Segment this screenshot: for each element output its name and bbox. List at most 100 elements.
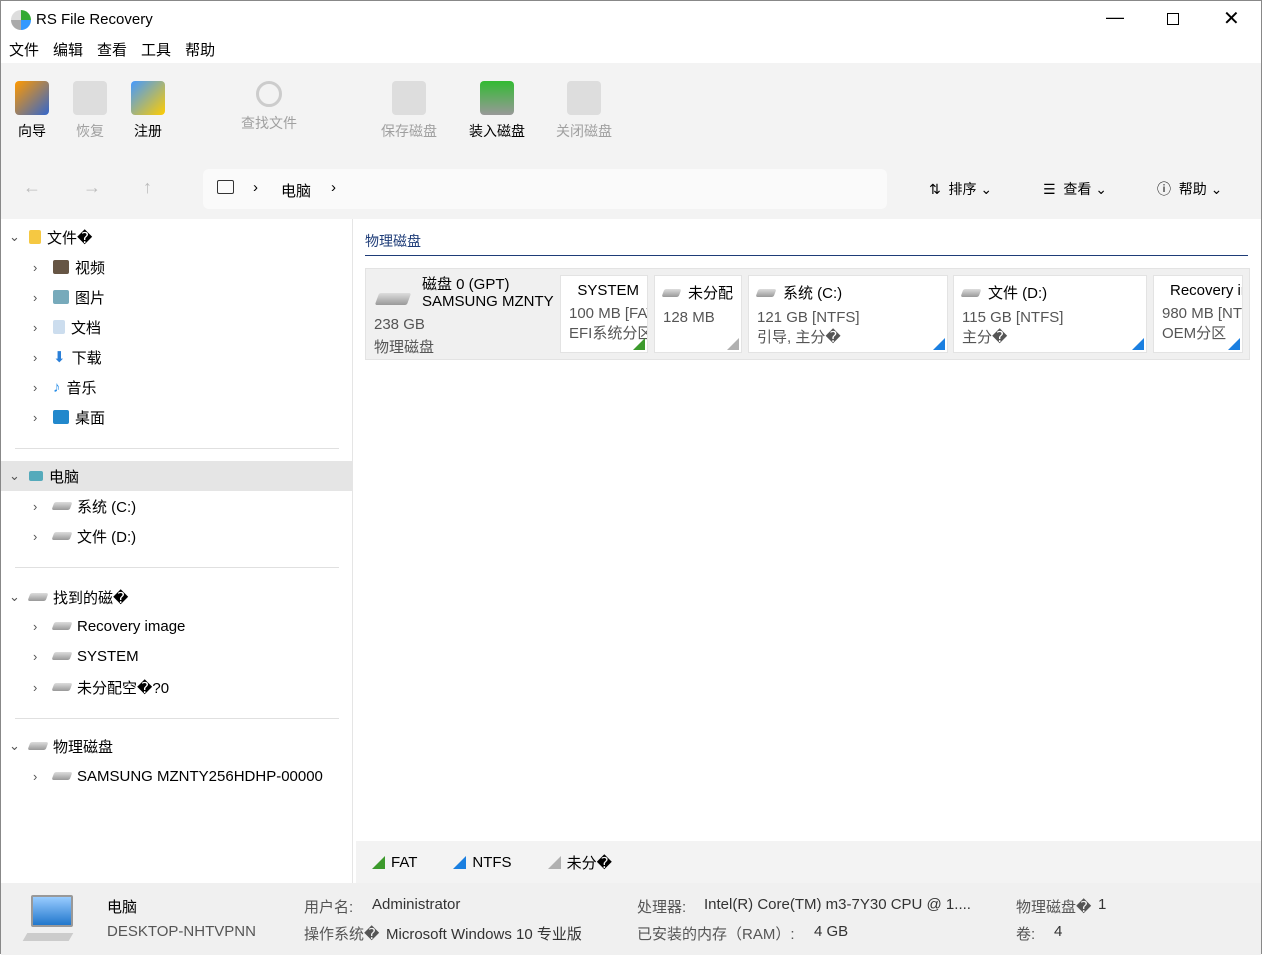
tree-item-downloads[interactable]: › ⬇ 下载 xyxy=(33,343,102,371)
status-bar: 电脑 DESKTOP-NHTVPNN 用户名: Administrator 操作… xyxy=(1,883,1261,955)
filesystem-marker-icon xyxy=(633,338,645,350)
picture-icon xyxy=(53,290,69,304)
physical-disks-value: 1 xyxy=(1098,896,1107,913)
volumes-value: 4 xyxy=(1054,923,1063,940)
menu-tools[interactable]: 工具 xyxy=(141,39,171,63)
filesystem-legend: FAT NTFS 未分� xyxy=(356,841,1261,883)
tree-item-unallocated[interactable]: › 未分配空�?0 xyxy=(33,673,169,701)
tree-item-documents[interactable]: › 文档 xyxy=(33,313,101,341)
disk-model: SAMSUNG MZNTY xyxy=(422,293,554,310)
wizard-label: 向导 xyxy=(18,123,46,139)
tree-item-samsung[interactable]: › SAMSUNG MZNTY256HDHP-00000 xyxy=(33,762,323,790)
register-label: 注册 xyxy=(134,123,162,139)
menu-help[interactable]: 帮助 xyxy=(185,39,215,63)
menu-file[interactable]: 文件 xyxy=(9,39,39,63)
tree-label: 找到的磁� xyxy=(53,589,129,607)
close-disk-button[interactable]: 关闭磁盘 xyxy=(556,81,612,141)
address-bar[interactable]: › 电脑 › xyxy=(203,169,887,209)
partition-card[interactable]: 文件 (D:) 115 GB [NTFS] 主分� xyxy=(953,275,1147,353)
partition-card[interactable]: Recovery image 980 MB [NTFS] OEM分区 xyxy=(1153,275,1243,353)
filesystem-marker-icon xyxy=(1228,338,1240,350)
save-disk-button[interactable]: 保存磁盘 xyxy=(381,81,437,141)
wizard-icon xyxy=(15,81,49,115)
toolbar: 向导 恢复 注册 查找文件 保存磁盘 装入磁盘 关闭磁盘 xyxy=(1,63,1261,159)
register-button[interactable]: 注册 xyxy=(131,81,165,141)
tree-label: 文件 (D:) xyxy=(77,528,137,546)
tree-label: SYSTEM xyxy=(77,647,139,665)
legend-unallocated: 未分� xyxy=(547,852,612,873)
sort-button[interactable]: ⇅ 排序 ⌄ xyxy=(929,179,992,199)
tree-item-desktop[interactable]: › 桌面 xyxy=(33,403,105,431)
find-files-button[interactable]: 查找文件 xyxy=(241,81,297,133)
menu-view[interactable]: 查看 xyxy=(97,39,127,63)
partition-size: 115 GB [NTFS] xyxy=(962,309,1064,326)
tree-item-music[interactable]: › ♪ 音乐 xyxy=(33,373,97,401)
view-label: 查看 xyxy=(1063,181,1092,197)
recover-button[interactable]: 恢复 xyxy=(73,81,107,141)
tree-item-drive-d[interactable]: › 文件 (D:) xyxy=(33,522,136,550)
os-label: 操作系统� xyxy=(304,926,380,943)
partition-description: 引导, 主分� xyxy=(757,329,841,346)
partition-name: 未分配 xyxy=(687,285,733,302)
view-button[interactable]: ☰ 查看 ⌄ xyxy=(1043,179,1107,199)
up-button[interactable]: ↑ xyxy=(143,177,152,198)
ram-label: 已安装的内存（RAM）: xyxy=(637,926,795,943)
view-icon: ☰ xyxy=(1043,181,1056,197)
computer-monitor-icon xyxy=(31,895,73,927)
minimize-button[interactable]: — xyxy=(1106,7,1124,28)
maximize-button[interactable] xyxy=(1167,13,1179,25)
video-icon xyxy=(53,260,69,274)
partition-drive-icon xyxy=(661,288,682,297)
mount-disk-button[interactable]: 装入磁盘 xyxy=(469,81,525,141)
partition-card[interactable]: 系统 (C:) 121 GB [NTFS] 引导, 主分� xyxy=(748,275,948,353)
recover-label: 恢复 xyxy=(76,123,104,139)
partition-size: 980 MB [NTFS] xyxy=(1162,305,1243,322)
wizard-button[interactable]: 向导 xyxy=(15,81,49,141)
user-value: Administrator xyxy=(372,896,461,913)
folder-icon xyxy=(29,230,41,244)
disk-type: 物理磁盘 xyxy=(374,339,435,356)
legend-label: FAT xyxy=(391,853,418,871)
tree-files[interactable]: ⌄ 文件� xyxy=(9,223,92,251)
partition-description: OEM分区 xyxy=(1162,325,1227,342)
folder-tree[interactable]: ⌄ 文件� › 视频 › 图片 › 文档 › ⬇ 下载 › ♪ 音乐 › 桌面 ⌄ 电脑 › 系统 (… xyxy=(1,219,353,883)
tree-label: 系统 (C:) xyxy=(77,498,137,516)
tree-label: 物理磁盘 xyxy=(53,738,114,756)
partition-card[interactable]: SYSTEM 100 MB [FAT32] EFI系统分区 xyxy=(560,275,648,353)
tree-item-recovery-image[interactable]: › Recovery image xyxy=(33,612,185,640)
music-icon: ♪ xyxy=(53,378,61,396)
filesystem-marker-icon xyxy=(1132,338,1144,350)
mount-disk-icon xyxy=(480,81,514,115)
drive-icon xyxy=(51,532,73,540)
disk-0-card[interactable]: 磁盘 0 (GPT) SAMSUNG MZNTY 238 GB 物理磁盘 xyxy=(367,271,557,357)
forward-button[interactable]: → xyxy=(83,177,101,198)
keyboard-icon xyxy=(22,933,74,941)
disk-size: 238 GB xyxy=(374,316,425,333)
tree-item-system[interactable]: › SYSTEM xyxy=(33,642,139,670)
tree-label: 文件� xyxy=(47,229,93,247)
tree-found-disks[interactable]: ⌄ 找到的磁� xyxy=(9,583,128,611)
partition-name: Recovery image xyxy=(1170,282,1242,299)
back-button[interactable]: ← xyxy=(23,177,41,198)
tree-label: SAMSUNG MZNTY256HDHP-00000 xyxy=(77,767,323,785)
menu-edit[interactable]: 编辑 xyxy=(53,39,83,63)
partition-card[interactable]: 未分配 128 MB xyxy=(654,275,742,353)
computer-name: DESKTOP-NHTVPNN xyxy=(107,923,256,940)
user-label: 用户名: xyxy=(304,899,354,916)
tree-label: 桌面 xyxy=(75,409,106,427)
partition-name: 系统 (C:) xyxy=(783,285,843,302)
help-button[interactable]: ⓘ 帮助 ⌄ xyxy=(1157,179,1222,199)
breadcrumb-computer[interactable]: 电脑 xyxy=(281,180,311,201)
tree-computer[interactable]: ⌄ 电脑 xyxy=(9,462,79,490)
drive-icon xyxy=(51,622,73,630)
os-value: Microsoft Windows 10 专业版 xyxy=(386,926,582,943)
disk-icon xyxy=(374,293,412,305)
tree-physical-disks[interactable]: ⌄ 物理磁盘 xyxy=(9,732,113,760)
document-icon xyxy=(53,320,65,334)
tree-item-drive-c[interactable]: › 系统 (C:) xyxy=(33,492,136,520)
close-button[interactable]: ✕ xyxy=(1223,6,1240,31)
chevron-right-icon[interactable]: › xyxy=(331,179,336,196)
tree-item-pictures[interactable]: › 图片 xyxy=(33,283,105,311)
legend-ntfs: NTFS xyxy=(453,854,512,871)
tree-item-videos[interactable]: › 视频 xyxy=(33,253,105,281)
